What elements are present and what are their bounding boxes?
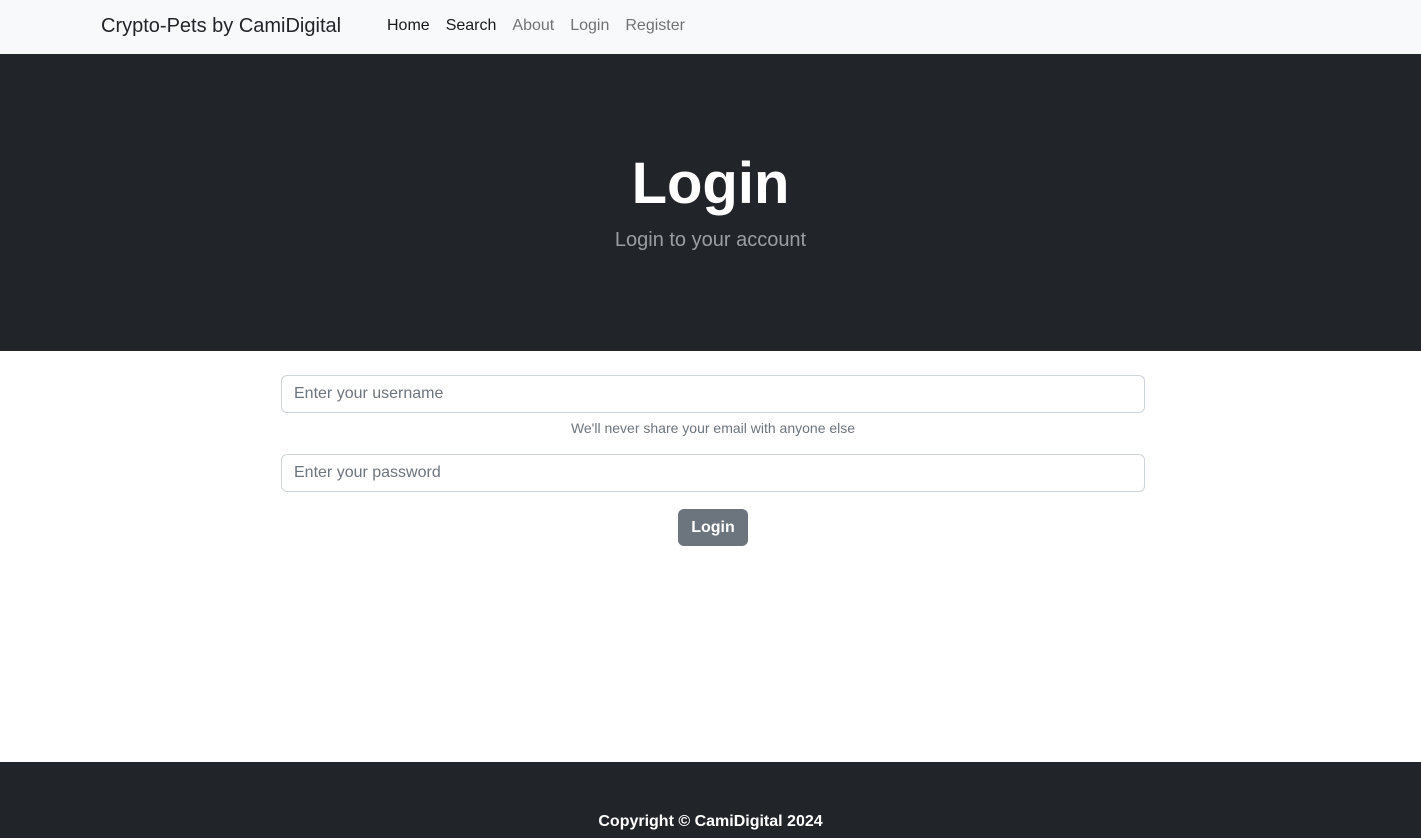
username-help-text: We'll never share your email with anyone… [570,420,856,436]
nav-link-login[interactable]: Login [562,14,617,38]
brand-link[interactable]: Crypto-Pets by CamiDigital [101,14,341,38]
page-subtitle: Login to your account [614,229,807,251]
navbar: Crypto-Pets by CamiDigital Home Search A… [0,0,1421,54]
username-input[interactable] [281,375,1145,413]
footer: Copyright © CamiDigital 2024 [0,762,1421,838]
password-input[interactable] [281,454,1145,492]
footer-copyright: Copyright © CamiDigital 2024 [598,813,823,830]
nav-link-search[interactable]: Search [438,14,505,38]
page-title: Login [631,151,790,216]
nav-link-register[interactable]: Register [617,14,693,38]
login-button[interactable]: Login [678,509,748,546]
hero-banner: Login Login to your account [0,54,1421,351]
nav-links: Home Search About Login Register [379,14,693,38]
login-form: We'll never share your email with anyone… [281,375,1145,546]
nav-link-about[interactable]: About [504,14,562,38]
nav-link-home[interactable]: Home [379,14,438,38]
submit-wrapper: Login [281,509,1145,546]
